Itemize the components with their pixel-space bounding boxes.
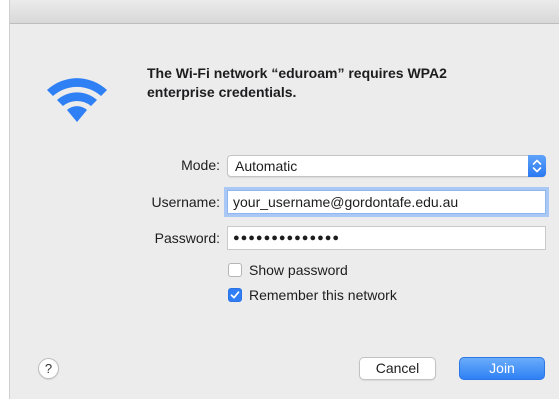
password-field[interactable]: ●●●●●●●●●●●●●● — [227, 226, 546, 250]
remember-network-label: Remember this network — [249, 287, 397, 303]
dialog-message: The Wi-Fi network “eduroam” requires WPA… — [147, 65, 447, 100]
username-field[interactable]: your_username@gordontafe.edu.au — [227, 190, 546, 214]
help-button[interactable]: ? — [38, 358, 59, 379]
show-password-label: Show password — [249, 262, 348, 278]
mode-popup[interactable]: Automatic — [227, 155, 546, 177]
cancel-button[interactable]: Cancel — [359, 357, 436, 380]
up-down-chevron-icon — [528, 155, 546, 177]
show-password-checkbox[interactable] — [228, 263, 242, 277]
remember-network-checkbox[interactable] — [228, 288, 242, 302]
mode-label: Mode: — [181, 157, 220, 173]
window-titlebar[interactable] — [10, 0, 559, 24]
show-password-option[interactable]: Show password — [228, 261, 348, 279]
join-button[interactable]: Join — [459, 357, 545, 380]
wifi-credentials-dialog: The Wi-Fi network “eduroam” requires WPA… — [9, 0, 559, 399]
password-label: Password: — [154, 230, 220, 246]
username-label: Username: — [151, 194, 220, 210]
checkmark-icon — [230, 291, 240, 299]
wifi-icon — [47, 78, 107, 122]
mode-value: Automatic — [235, 158, 298, 174]
remember-network-option[interactable]: Remember this network — [228, 286, 397, 304]
